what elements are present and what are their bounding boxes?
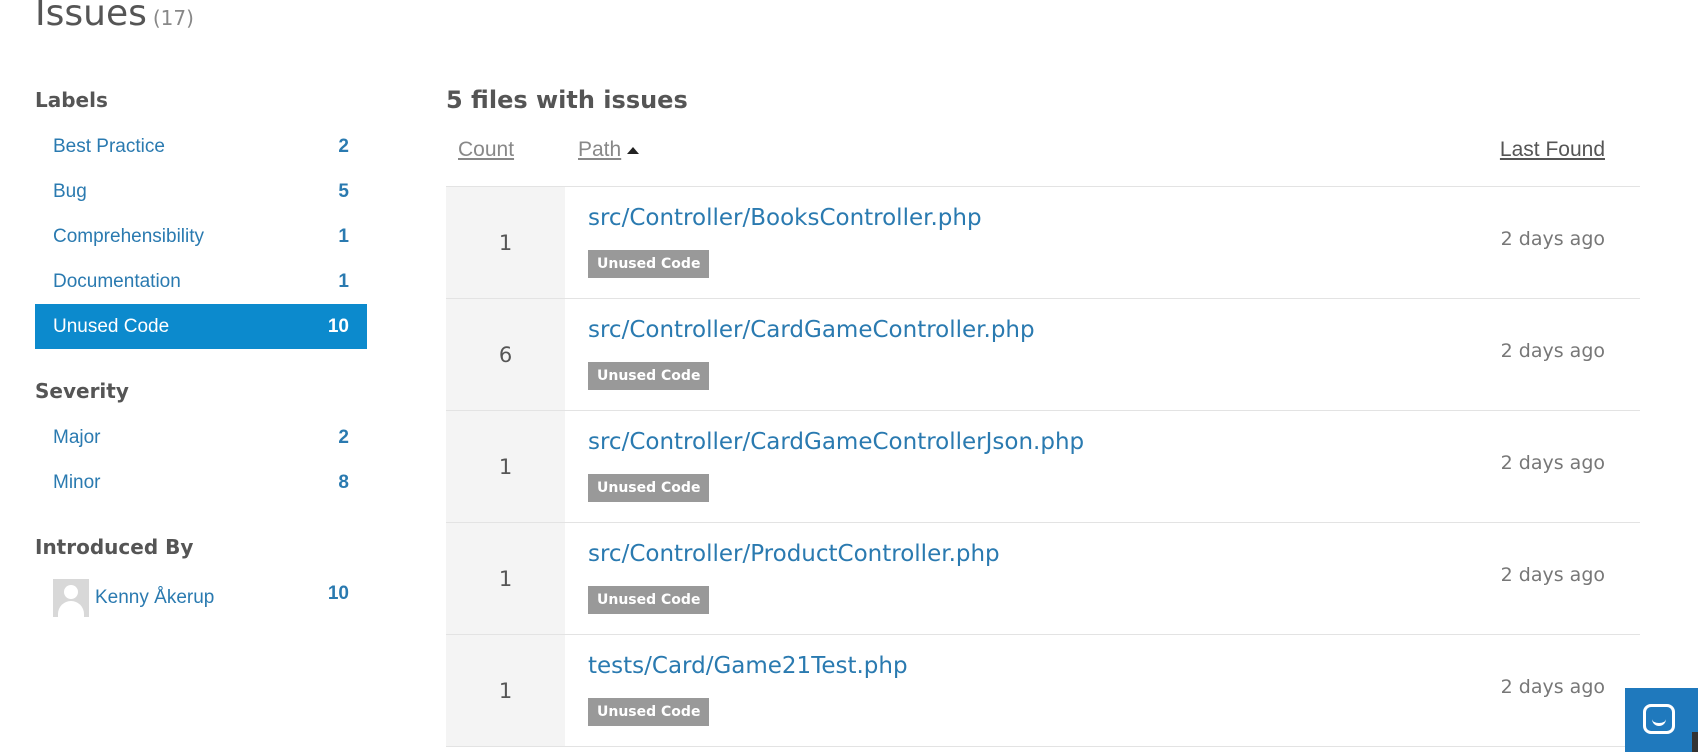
column-header-path[interactable]: Path [578, 138, 640, 162]
label-badge: Unused Code [588, 586, 710, 614]
label-badge: Unused Code [588, 250, 710, 278]
table-row: 6 src/Controller/CardGameController.php … [446, 299, 1640, 411]
label-badge: Unused Code [588, 474, 710, 502]
facet-count: 1 [338, 270, 349, 292]
last-found: 2 days ago [1500, 676, 1605, 698]
label-facet-comprehensibility[interactable]: Comprehensibility 1 [35, 214, 367, 259]
severity-facet-minor[interactable]: Minor 8 [35, 460, 367, 505]
row-count: 6 [446, 299, 565, 410]
table-header: Count Path Last Found [446, 126, 1640, 187]
file-path-link[interactable]: src/Controller/CardGameControllerJson.ph… [588, 429, 1084, 455]
file-path-link[interactable]: tests/Card/Game21Test.php [588, 653, 908, 679]
labels-list: Best Practice 2 Bug 5 Comprehensibility 1 D… [35, 124, 367, 349]
column-header-count[interactable]: Count [458, 138, 514, 162]
facet-count: 8 [338, 471, 349, 493]
file-path-link[interactable]: src/Controller/ProductController.php [588, 541, 1000, 567]
last-found: 2 days ago [1500, 564, 1605, 586]
facet-label: Major [53, 426, 101, 448]
severity-title: Severity [35, 379, 129, 403]
files-title: 5 files with issues [446, 86, 688, 114]
user-avatar-icon [53, 579, 89, 617]
path-header-label: Path [578, 138, 622, 161]
user-info: Kenny Åkerup [53, 579, 214, 617]
label-facet-documentation[interactable]: Documentation 1 [35, 259, 367, 304]
facet-count: 2 [338, 135, 349, 157]
facet-label: Documentation [53, 270, 181, 292]
introduced-by-title: Introduced By [35, 535, 194, 559]
labels-title: Labels [35, 88, 108, 112]
facet-label: Best Practice [53, 135, 165, 157]
label-facet-best-practice[interactable]: Best Practice 2 [35, 124, 367, 169]
facet-count: 5 [338, 180, 349, 202]
column-header-last-found[interactable]: Last Found [1500, 138, 1605, 162]
row-count: 1 [446, 523, 565, 634]
label-badge: Unused Code [588, 362, 710, 390]
facet-count: 2 [338, 426, 349, 448]
label-facet-unused-code[interactable]: Unused Code 10 [35, 304, 367, 349]
chat-launcher-button[interactable] [1625, 688, 1698, 752]
last-found: 2 days ago [1500, 340, 1605, 362]
table-row: 1 src/Controller/CardGameControllerJson.… [446, 411, 1640, 523]
page-title-text: Issues [35, 0, 147, 34]
last-found: 2 days ago [1500, 228, 1605, 250]
page-title: Issues (17) [35, 0, 194, 35]
user-issue-count: 10 [327, 583, 349, 604]
issue-count: (17) [152, 6, 194, 30]
facet-label: Bug [53, 180, 87, 202]
chat-shadow [1692, 732, 1698, 752]
row-count: 1 [446, 635, 565, 746]
user-name: Kenny Åkerup [95, 587, 215, 608]
sidebar: Labels Best Practice 2 Bug 5 Comprehensibi… [35, 84, 367, 623]
facet-count: 1 [338, 225, 349, 247]
file-path-link[interactable]: src/Controller/BooksController.php [588, 205, 982, 231]
file-path-link[interactable]: src/Controller/CardGameController.php [588, 317, 1035, 343]
table-row: 1 src/Controller/ProductController.php U… [446, 523, 1640, 635]
sort-asc-icon [627, 146, 640, 154]
main-content: 5 files with issues Count Path Last Foun… [446, 84, 1640, 747]
facet-label: Unused Code [53, 315, 170, 337]
facet-count: 10 [327, 315, 349, 337]
severity-facet-major[interactable]: Major 2 [35, 415, 367, 460]
introduced-by-user[interactable]: Kenny Åkerup 10 [35, 573, 367, 623]
row-count: 1 [446, 411, 565, 522]
facet-label: Minor [53, 471, 101, 493]
label-badge: Unused Code [588, 698, 710, 726]
row-count: 1 [446, 187, 565, 298]
chat-icon [1643, 704, 1675, 734]
facet-label: Comprehensibility [53, 225, 205, 247]
severity-list: Major 2 Minor 8 [35, 415, 367, 505]
last-found: 2 days ago [1500, 452, 1605, 474]
label-facet-bug[interactable]: Bug 5 [35, 169, 367, 214]
table-row: 1 src/Controller/BooksController.php Unu… [446, 187, 1640, 299]
table-row: 1 tests/Card/Game21Test.php Unused Code … [446, 635, 1640, 747]
